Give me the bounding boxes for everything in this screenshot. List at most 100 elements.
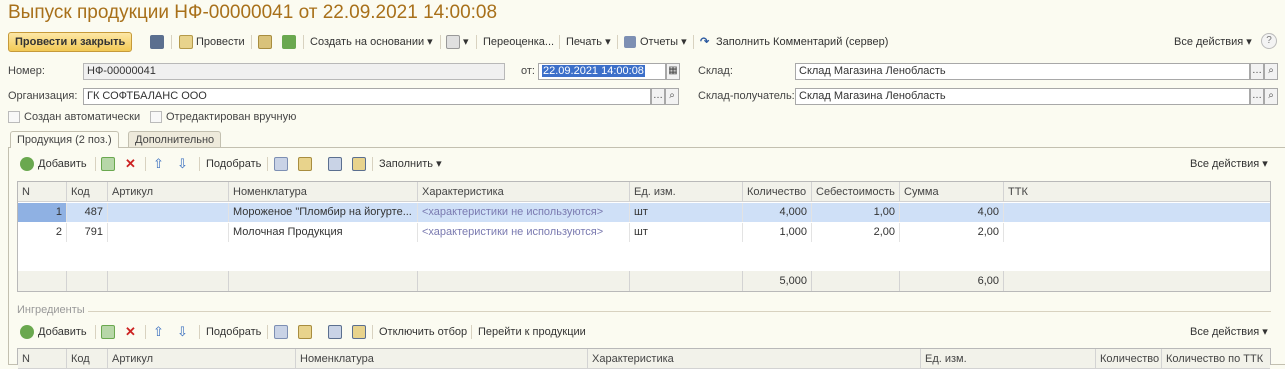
- print-button[interactable]: Печать ▾: [566, 31, 611, 53]
- col-code[interactable]: Код: [67, 182, 108, 202]
- select-org-button[interactable]: …: [651, 88, 665, 105]
- footer-cell: [229, 271, 418, 291]
- footer-cell: [418, 271, 630, 291]
- fill-button[interactable]: Заполнить ▾: [379, 153, 442, 175]
- open-recipient-icon[interactable]: ⌕: [1264, 88, 1278, 105]
- col-n[interactable]: N: [18, 349, 67, 369]
- col-code[interactable]: Код: [67, 349, 108, 369]
- select-warehouse-button[interactable]: …: [1250, 63, 1264, 80]
- all-actions-button[interactable]: Все действия ▾: [1174, 31, 1252, 53]
- move-up-icon[interactable]: ⇧: [153, 321, 164, 343]
- cell-cost: 1,00: [812, 203, 900, 222]
- col-article[interactable]: Артикул: [108, 349, 296, 369]
- post-icon: [179, 35, 193, 49]
- col-qty-ttk[interactable]: Количество по ТТК: [1162, 349, 1270, 369]
- ingredients-table: N Код Артикул Номенклатура Характеристик…: [17, 348, 1271, 369]
- open-warehouse-icon[interactable]: ⌕: [1264, 63, 1278, 80]
- save-icon[interactable]: [150, 35, 164, 49]
- ingredients-pick-button[interactable]: Подобрать: [206, 321, 261, 343]
- page-title: Выпуск продукции НФ-00000041 от 22.09.20…: [8, 2, 498, 23]
- copy-row-icon[interactable]: [101, 157, 115, 171]
- paste-icon[interactable]: [298, 157, 312, 171]
- org-label: Организация:: [8, 90, 78, 102]
- section-divider: [88, 311, 1271, 312]
- structure-icon[interactable]: [446, 35, 460, 49]
- fill-comment-button[interactable]: Заполнить Комментарий (сервер): [716, 31, 888, 53]
- auto-created-label: Создан автоматически: [24, 111, 141, 123]
- copy-row-icon[interactable]: [101, 325, 115, 339]
- chevron-down-icon[interactable]: ▾: [463, 31, 469, 53]
- cell-characteristic: <характеристики не используются>: [418, 223, 630, 242]
- add-icon: [20, 325, 34, 339]
- reports-button[interactable]: Отчеты ▾: [640, 31, 687, 53]
- copy-icon[interactable]: [274, 157, 288, 171]
- col-qty[interactable]: Количество: [743, 182, 812, 202]
- tab-products[interactable]: Продукция (2 поз.): [10, 131, 119, 148]
- post-button[interactable]: Провести: [196, 31, 245, 53]
- open-org-icon[interactable]: ⌕: [665, 88, 679, 105]
- add-product-button[interactable]: Добавить: [38, 153, 87, 175]
- add-icon: [20, 157, 34, 171]
- col-unit[interactable]: Ед. изм.: [630, 182, 743, 202]
- col-article[interactable]: Артикул: [108, 182, 229, 202]
- post-and-close-button[interactable]: Провести и закрыть: [8, 32, 133, 52]
- cell-code: 791: [67, 223, 108, 242]
- col-qty[interactable]: Количество: [1096, 349, 1162, 369]
- manual-edited-checkbox[interactable]: [150, 111, 162, 123]
- copy-icon[interactable]: [274, 325, 288, 339]
- col-name[interactable]: Номенклатура: [296, 349, 588, 369]
- cell-unit: шт: [630, 203, 743, 222]
- download-icon[interactable]: [282, 35, 296, 49]
- paste-multiple-icon[interactable]: [352, 157, 366, 171]
- ingredients-all-actions-button[interactable]: Все действия ▾: [1190, 321, 1268, 343]
- cell-cost: 2,00: [812, 223, 900, 242]
- products-all-actions-button[interactable]: Все действия ▾: [1190, 153, 1268, 175]
- col-n[interactable]: N: [18, 182, 67, 202]
- pick-button[interactable]: Подобрать: [206, 153, 261, 175]
- document-icon[interactable]: [258, 35, 272, 49]
- disable-filter-button[interactable]: Отключить отбор: [379, 321, 467, 343]
- create-based-on-button[interactable]: Создать на основании ▾: [310, 31, 433, 53]
- col-unit[interactable]: Ед. изм.: [921, 349, 1096, 369]
- copy-multiple-icon[interactable]: [328, 157, 342, 171]
- move-down-icon[interactable]: ⇩: [177, 153, 188, 175]
- col-sum[interactable]: Сумма: [900, 182, 1004, 202]
- col-characteristic[interactable]: Характеристика: [588, 349, 921, 369]
- date-field[interactable]: 22.09.2021 14:00:08: [538, 63, 666, 80]
- total-sum: 6,00: [900, 271, 1004, 291]
- delete-icon[interactable]: ✕: [125, 153, 136, 175]
- auto-created-checkbox[interactable]: [8, 111, 20, 123]
- help-icon[interactable]: ?: [1261, 33, 1277, 49]
- col-cost[interactable]: Себестоимость: [812, 182, 900, 202]
- col-characteristic[interactable]: Характеристика: [418, 182, 630, 202]
- recipient-label: Склад-получатель:: [698, 90, 795, 102]
- add-ingredient-button[interactable]: Добавить: [38, 321, 87, 343]
- recipient-field[interactable]: Склад Магазина Ленобласть: [795, 88, 1250, 105]
- tab-additional[interactable]: Дополнительно: [128, 131, 222, 148]
- footer-cell: [18, 271, 67, 291]
- org-field[interactable]: ГК СОФТБАЛАНС ООО: [83, 88, 651, 105]
- delete-icon[interactable]: ✕: [125, 321, 136, 343]
- ingredients-label: Ингредиенты: [17, 304, 85, 316]
- calendar-icon[interactable]: ▦: [666, 63, 680, 80]
- col-ttk[interactable]: ТТК: [1004, 182, 1270, 202]
- warehouse-label: Склад:: [698, 65, 733, 77]
- cell-n: 2: [18, 223, 67, 242]
- select-recipient-button[interactable]: …: [1250, 88, 1264, 105]
- number-field[interactable]: НФ-00000041: [83, 63, 505, 80]
- move-down-icon[interactable]: ⇩: [177, 321, 188, 343]
- move-up-icon[interactable]: ⇧: [153, 153, 164, 175]
- go-to-products-button[interactable]: Перейти к продукции: [478, 321, 586, 343]
- cell-article: [108, 223, 229, 242]
- reports-label: Отчеты: [640, 36, 679, 48]
- cell-code: 487: [67, 203, 108, 222]
- revaluation-button[interactable]: Переоценка...: [483, 31, 554, 53]
- col-name[interactable]: Номенклатура: [229, 182, 418, 202]
- copy-multiple-icon[interactable]: [328, 325, 342, 339]
- paste-multiple-icon[interactable]: [352, 325, 366, 339]
- total-qty: 5,000: [743, 271, 812, 291]
- warehouse-field[interactable]: Склад Магазина Ленобласть: [795, 63, 1250, 80]
- paste-icon[interactable]: [298, 325, 312, 339]
- reports-icon: [624, 36, 636, 48]
- cell-qty: 1,000: [743, 223, 812, 242]
